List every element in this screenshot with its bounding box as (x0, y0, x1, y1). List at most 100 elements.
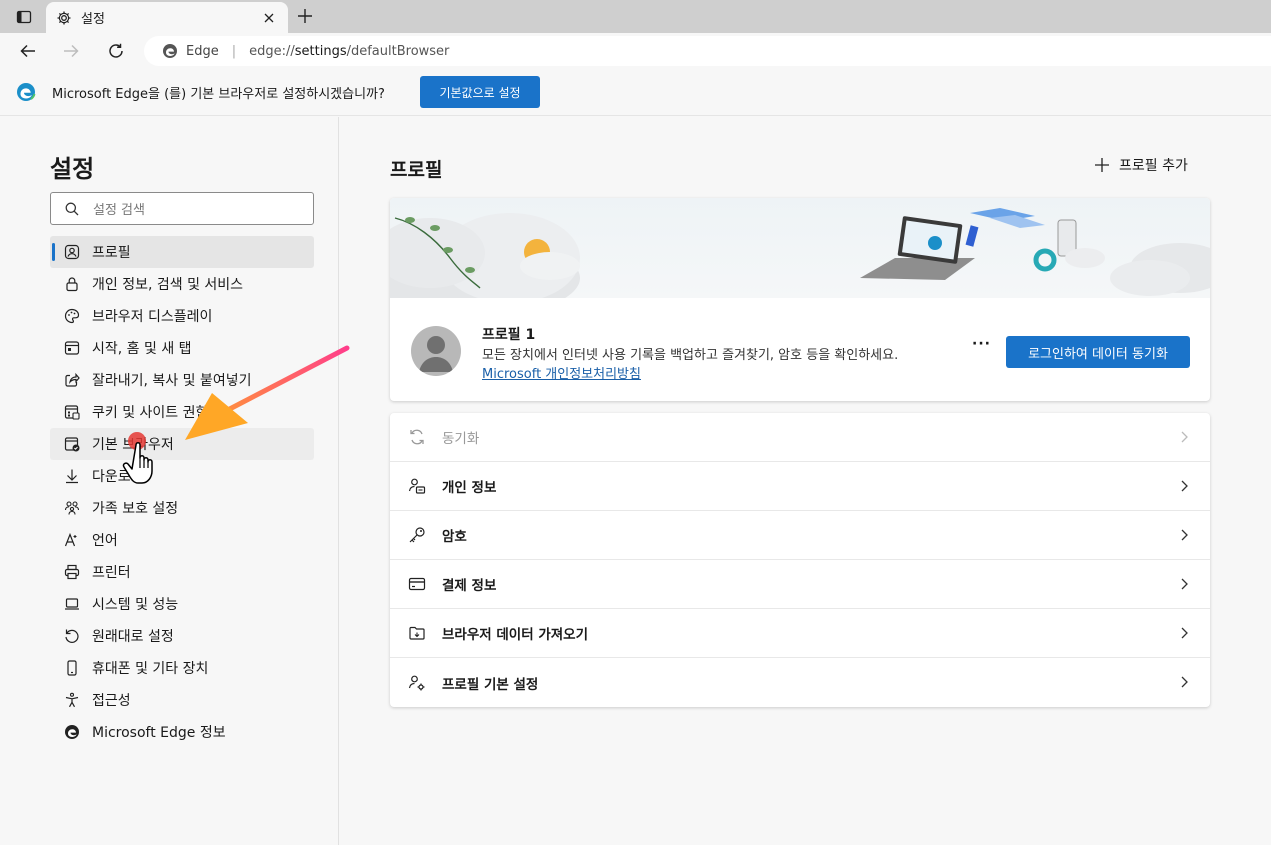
sidebar-item-accessibility[interactable]: 접근성 (50, 684, 314, 716)
sidebar-item-label: 기본 브라우저 (92, 437, 174, 453)
settings-sidebar: 설정 설정 검색 프로필 개인 정보, 검색 및 서비스 브라우저 디스플레이 … (0, 117, 339, 845)
address-toolbar: Edge | edge://settings/defaultBrowser (0, 33, 1271, 69)
sidebar-item-languages[interactable]: 언어 (50, 524, 314, 556)
url-path: /defaultBrowser (346, 43, 450, 59)
person-icon (419, 336, 453, 372)
sidebar-item-label: 개인 정보, 검색 및 서비스 (92, 277, 244, 293)
tab-actions-icon (16, 10, 32, 24)
plus-icon (1095, 158, 1109, 172)
chevron-right-icon (1181, 578, 1188, 590)
search-placeholder: 설정 검색 (93, 203, 145, 218)
row-label: 개인 정보 (442, 480, 497, 496)
settings-search-input[interactable]: 설정 검색 (50, 192, 314, 225)
profile-banner-illustration (390, 198, 1210, 318)
add-profile-button[interactable]: 프로필 추가 (1095, 155, 1188, 175)
url-separator: | (231, 43, 237, 59)
url-scheme: edge:// (249, 43, 295, 59)
settings-main: 프로필 프로필 추가 프로필 1 모든 장치에서 인터넷 사용 기록을 백업하고… (340, 117, 1271, 845)
sidebar-item-start-home[interactable]: 시작, 홈 및 새 탭 (50, 332, 314, 364)
chevron-right-icon (1181, 627, 1188, 639)
tab-title: 설정 (81, 12, 105, 27)
settings-nav: 프로필 개인 정보, 검색 및 서비스 브라우저 디스플레이 시작, 홈 및 새… (50, 236, 314, 748)
row-label: 프로필 기본 설정 (442, 676, 539, 693)
profile-settings-list: 동기화 개인 정보 암호 결제 정보 브라우저 데이터 가져오기 프로필 기본 … (390, 413, 1210, 707)
sidebar-item-system[interactable]: 시스템 및 성능 (50, 588, 314, 620)
profile-settings-icon (408, 674, 426, 692)
phone-icon (64, 660, 80, 676)
arrow-left-icon (20, 44, 35, 58)
row-label: 브라우저 데이터 가져오기 (442, 627, 589, 643)
edge-icon (64, 724, 80, 740)
row-label: 동기화 (442, 431, 480, 447)
tab-bar: 설정 (0, 0, 1271, 33)
sidebar-item-reset[interactable]: 원래대로 설정 (50, 620, 314, 652)
banner-art (390, 208, 1210, 318)
set-default-button[interactable]: 기본값으로 설정 (420, 76, 540, 108)
profile-row: 프로필 1 모든 장치에서 인터넷 사용 기록을 백업하고 즐겨찾기, 암호 등… (390, 298, 1210, 401)
more-options-button[interactable]: ··· (972, 336, 991, 352)
refresh-button[interactable] (102, 37, 130, 65)
sidebar-item-label: 시스템 및 성능 (92, 597, 179, 613)
sidebar-item-profile[interactable]: 프로필 (50, 236, 314, 268)
sidebar-item-cookies[interactable]: 쿠키 및 사이트 권한 (50, 396, 314, 428)
row-sync[interactable]: 동기화 (390, 413, 1210, 462)
address-bar[interactable]: Edge | edge://settings/defaultBrowser (144, 36, 1271, 66)
printer-icon (64, 564, 80, 580)
sidebar-item-label: 가족 보호 설정 (92, 501, 179, 517)
profile-description: 모든 장치에서 인터넷 사용 기록을 백업하고 즐겨찾기, 암호 등을 확인하세… (482, 346, 942, 384)
url-text: edge://settings/defaultBrowser (249, 44, 449, 59)
share-icon (64, 372, 80, 388)
sign-in-sync-button[interactable]: 로그인하여 데이터 동기화 (1006, 336, 1190, 368)
tab-settings[interactable]: 설정 (46, 2, 288, 33)
site-identity: Edge (186, 43, 219, 59)
sidebar-item-label: 접근성 (92, 693, 131, 709)
row-label: 암호 (442, 529, 467, 545)
language-icon (64, 532, 80, 548)
edge-icon (163, 44, 177, 58)
sidebar-item-privacy[interactable]: 개인 정보, 검색 및 서비스 (50, 268, 314, 300)
arrow-right-icon (64, 44, 79, 58)
edge-logo-icon (17, 83, 36, 101)
profile-description-text: 모든 장치에서 인터넷 사용 기록을 백업하고 즐겨찾기, 암호 등을 확인하세… (482, 348, 899, 363)
sidebar-item-printers[interactable]: 프린터 (50, 556, 314, 588)
sidebar-item-default-browser[interactable]: 기본 브라우저 (50, 428, 314, 460)
url-host: settings (294, 43, 347, 59)
row-payment-info[interactable]: 결제 정보 (390, 560, 1210, 609)
privacy-policy-link[interactable]: Microsoft 개인정보처리방침 (482, 367, 641, 382)
profile-icon (64, 244, 80, 260)
sync-icon (408, 428, 426, 446)
row-import-browser-data[interactable]: 브라우저 데이터 가져오기 (390, 609, 1210, 658)
search-icon (65, 202, 79, 215)
card-icon (408, 575, 426, 593)
sidebar-item-label: 언어 (92, 533, 118, 549)
back-button[interactable] (14, 37, 42, 65)
forward-button[interactable] (57, 37, 85, 65)
browser-check-icon (64, 436, 80, 452)
import-icon (408, 624, 426, 642)
key-icon (408, 526, 426, 544)
sidebar-title: 설정 (50, 155, 95, 183)
tab-actions-button[interactable] (8, 6, 40, 28)
sidebar-item-appearance[interactable]: 브라우저 디스플레이 (50, 300, 314, 332)
sidebar-item-family[interactable]: 가족 보호 설정 (50, 492, 314, 524)
new-tab-button[interactable] (292, 5, 318, 27)
accessibility-icon (64, 692, 80, 708)
cookie-icon (64, 404, 80, 420)
tab-close-button[interactable] (260, 9, 278, 27)
sidebar-item-phone-devices[interactable]: 휴대폰 및 기타 장치 (50, 652, 314, 684)
row-passwords[interactable]: 암호 (390, 511, 1210, 560)
sidebar-item-label: 브라우저 디스플레이 (92, 309, 213, 325)
sidebar-item-label: 프린터 (92, 565, 131, 581)
refresh-icon (109, 43, 123, 58)
sidebar-item-about[interactable]: Microsoft Edge 정보 (50, 716, 314, 748)
home-tab-icon (64, 340, 80, 356)
sidebar-item-share-copy-paste[interactable]: 잘라내기, 복사 및 붙여넣기 (50, 364, 314, 396)
row-profile-preferences[interactable]: 프로필 기본 설정 (390, 658, 1210, 707)
chevron-right-icon (1181, 480, 1188, 492)
row-personal-info[interactable]: 개인 정보 (390, 462, 1210, 511)
sidebar-item-label: 휴대폰 및 기타 장치 (92, 661, 209, 677)
chevron-right-icon (1181, 431, 1188, 443)
sidebar-item-downloads[interactable]: 다운로드 (50, 460, 314, 492)
profile-name: 프로필 1 (482, 327, 536, 343)
profile-card: 프로필 1 모든 장치에서 인터넷 사용 기록을 백업하고 즐겨찾기, 암호 등… (390, 198, 1210, 401)
